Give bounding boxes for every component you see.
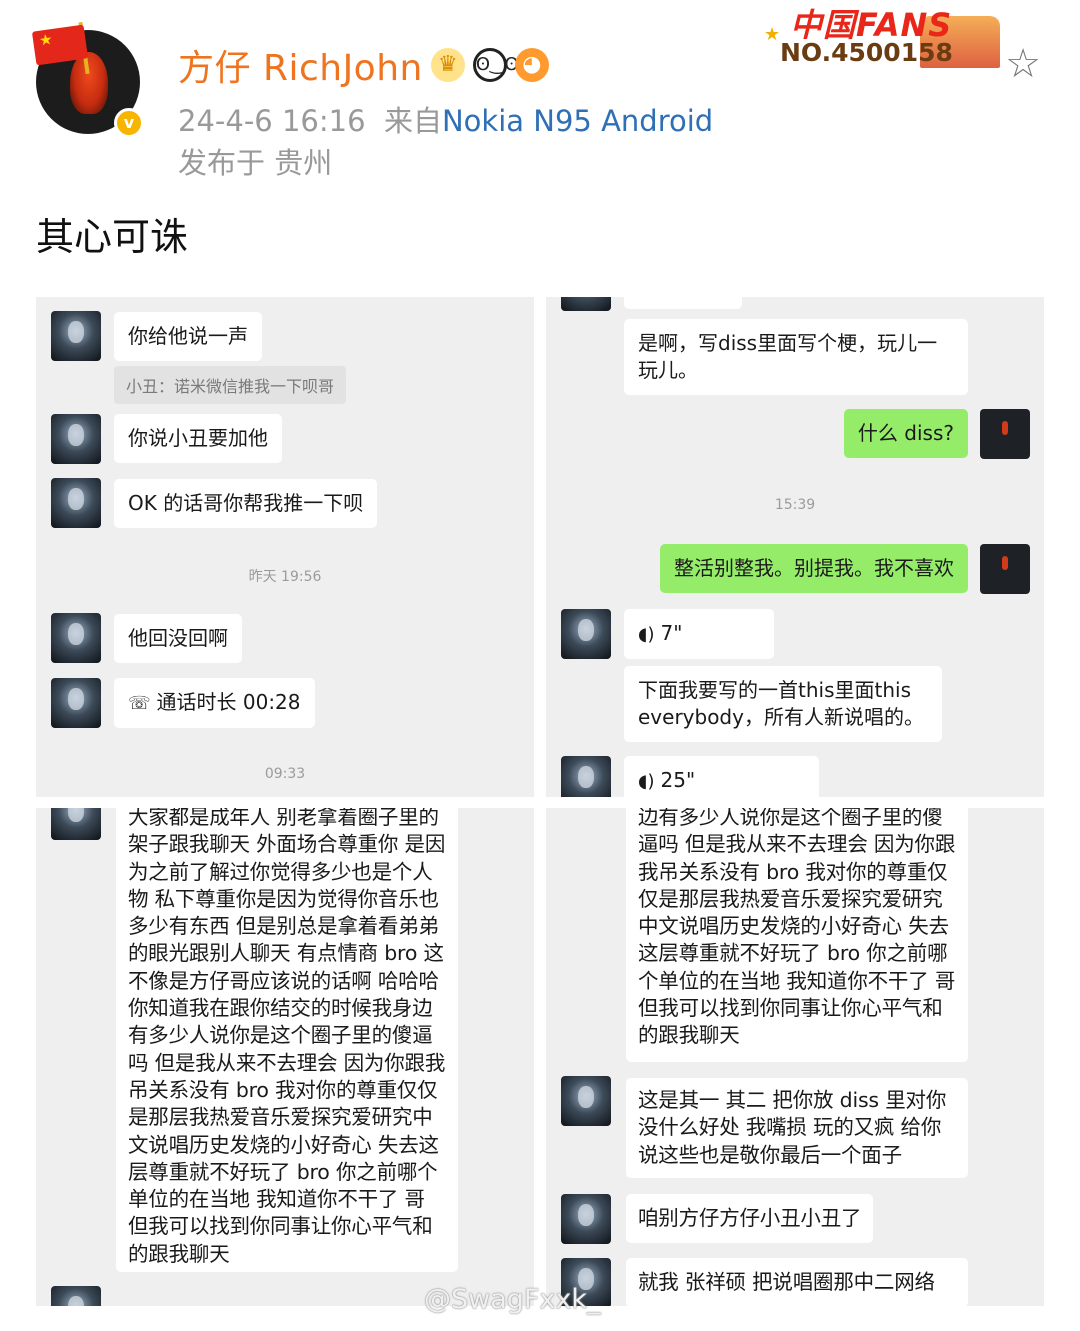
own-avatar: [980, 544, 1030, 594]
chat-bubble: 咱别方仔方仔小丑小丑了: [626, 1194, 874, 1244]
star-sparkle-icon: ★: [764, 24, 781, 45]
voice-duration: 7": [660, 621, 683, 645]
contact-avatar: [561, 609, 611, 659]
contact-avatar: [561, 1076, 611, 1126]
contact-avatar: [51, 613, 101, 663]
fans-badge-number: NO.4500158: [780, 38, 953, 67]
favorite-star-icon[interactable]: ☆: [1002, 44, 1044, 86]
post-text: 其心可诛: [36, 215, 189, 259]
verified-badge-icon: v: [114, 108, 144, 138]
chat-bubble: 他回没回啊: [114, 614, 242, 663]
voice-message[interactable]: ◖) 7": [624, 609, 774, 659]
contact-avatar: [51, 678, 101, 728]
post-location: 发布于 贵州: [178, 146, 333, 180]
call-bubble: ☏ 通话时长 00:28: [114, 678, 315, 728]
contact-avatar: [51, 1286, 101, 1306]
voice-message[interactable]: ◖) 25": [624, 756, 819, 797]
long-chat-bubble: 边有多少人说你是这个圈子里的傻逼吗 但是我从来不去理会 因为你跟我吊关系没有 b…: [626, 808, 968, 1062]
fish-icon[interactable]: ◕: [514, 48, 549, 82]
source-prefix: 来自: [383, 104, 442, 138]
voice-wave-icon: ◖): [638, 771, 655, 792]
chat-screenshot-4[interactable]: 边有多少人说你是这个圈子里的傻逼吗 但是我从来不去理会 因为你跟我吊关系没有 b…: [546, 808, 1044, 1306]
username[interactable]: 方仔 RichJohn: [178, 39, 423, 91]
contact-avatar: [51, 414, 101, 464]
panda-icon[interactable]: ʘ‿ʘ: [472, 48, 519, 82]
contact-avatar: [561, 297, 611, 311]
fans-badge[interactable]: ★ 中国FANS NO.4500158: [760, 0, 1010, 80]
chat-bubble-cut: [624, 297, 742, 309]
own-avatar: [980, 409, 1030, 459]
own-chat-bubble: 什么 diss?: [843, 409, 968, 458]
post-meta: 24-4-6 16:16 来自Nokia N95 Android: [178, 98, 713, 140]
china-flag-icon: ★: [31, 24, 89, 66]
device-link[interactable]: Nokia N95 Android: [442, 104, 713, 138]
phone-icon: ☏: [128, 693, 151, 714]
own-chat-bubble: 整活别整我。别提我。我不喜欢: [660, 544, 968, 593]
chat-bubble: 下面我要写的一首this里面this everybody，所有人新说唱的。: [624, 666, 942, 742]
post-header: ★ v 方仔 RichJohn ♛ ʘ‿ʘ ◕ 24-4-6 16:16 来自N…: [0, 0, 1080, 270]
chat-bubble: 这是其一 其二 把你放 diss 里对你没什么好处 我嘴损 玩的又疯 给你说这些…: [626, 1078, 968, 1178]
long-chat-bubble: 大家都是成年人 别老拿着圈子里的架子跟我聊天 外面场合尊重你 是因为之前了解过你…: [116, 808, 458, 1272]
chat-screenshot-2[interactable]: 是啊，写diss里面写个梗，玩儿一玩儿。 什么 diss? 15:39 整活别整…: [546, 297, 1044, 797]
chat-timestamp: 15:39: [774, 497, 816, 513]
voice-wave-icon: ◖): [638, 624, 655, 645]
username-row: 方仔 RichJohn ♛ ʘ‿ʘ ◕: [178, 40, 549, 90]
quoted-message: 小丑：诺米微信推我一下呗哥: [114, 366, 347, 404]
chat-screenshot-1[interactable]: 你给他说一声 小丑：诺米微信推我一下呗哥 你说小丑要加他 OK 的话哥你帮我推一…: [36, 297, 534, 797]
chat-timestamp: 09:33: [264, 766, 306, 782]
chat-bubble: 你给他说一声: [114, 312, 262, 361]
chat-screenshot-3[interactable]: 大家都是成年人 别老拿着圈子里的架子跟我聊天 外面场合尊重你 是因为之前了解过你…: [36, 808, 534, 1306]
post-timestamp: 24-4-6 16:16: [178, 104, 366, 138]
chat-timestamp: 昨天 19:56: [248, 569, 322, 585]
contact-avatar: [561, 756, 611, 797]
contact-avatar: [51, 808, 101, 840]
contact-avatar: [51, 478, 101, 528]
contact-avatar: [561, 1194, 611, 1244]
crown-icon[interactable]: ♛: [430, 48, 465, 82]
user-avatar[interactable]: ★ v: [31, 21, 144, 138]
voice-duration: 25": [660, 768, 696, 792]
contact-avatar: [51, 311, 101, 361]
weibo-watermark: @SwagFxxk_: [424, 1284, 601, 1315]
chat-bubble: 就我 张祥硕 把说唱圈那中二网络: [626, 1258, 968, 1306]
call-duration: 通话时长 00:28: [156, 690, 301, 714]
chat-bubble: OK 的话哥你帮我推一下呗: [114, 479, 378, 528]
chat-bubble: 你说小丑要加他: [114, 414, 282, 463]
chat-bubble: 是啊，写diss里面写个梗，玩儿一玩儿。: [624, 319, 968, 395]
